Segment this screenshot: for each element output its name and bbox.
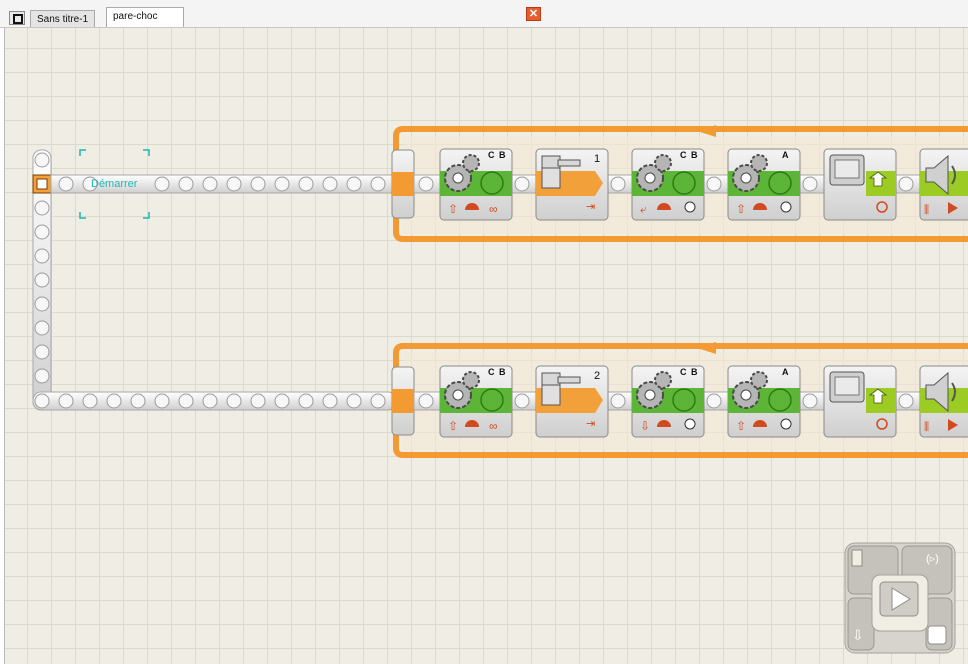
sequence-beam-row2 bbox=[32, 391, 397, 411]
infinity-icon: ∞ bbox=[489, 202, 498, 216]
display-icon bbox=[829, 154, 865, 186]
svg-text:⤶: ⤶ bbox=[640, 202, 647, 216]
svg-text:⇩: ⇩ bbox=[852, 627, 864, 643]
nxt-controller[interactable]: (▹) ⇩ bbox=[844, 542, 956, 654]
svg-text:⇥: ⇥ bbox=[586, 201, 595, 213]
motor-ports-r2-2: C B bbox=[680, 367, 699, 377]
direction-up-icon: ⇧ bbox=[448, 202, 458, 216]
stop-button bbox=[927, 625, 947, 645]
svg-text:∞: ∞ bbox=[489, 419, 498, 433]
svg-text:⇧: ⇧ bbox=[448, 419, 458, 433]
svg-text:⫼: ⫼ bbox=[924, 204, 929, 216]
svg-text:(▹): (▹) bbox=[926, 553, 939, 565]
controller-icon bbox=[851, 549, 863, 567]
svg-text:⇩: ⇩ bbox=[640, 419, 650, 433]
sound-block-r2[interactable]: ⫼ bbox=[919, 365, 968, 438]
svg-text:⇥: ⇥ bbox=[586, 418, 595, 430]
sensor-port-r2: 2 bbox=[594, 370, 601, 382]
svg-text:⇧: ⇧ bbox=[736, 419, 746, 433]
display-icon bbox=[829, 371, 865, 403]
display-block-r1[interactable] bbox=[823, 148, 897, 221]
motor-ports-r2-1: C B bbox=[488, 367, 507, 377]
motor-ports-r2-3: A bbox=[782, 367, 790, 377]
motor-ports-r1-3: A bbox=[782, 150, 790, 160]
sensor-port-r1: 1 bbox=[594, 153, 601, 165]
comment-text[interactable]: Démarrer bbox=[91, 178, 137, 190]
motor-ports-r1-2: C B bbox=[680, 150, 699, 160]
display-block-r2[interactable] bbox=[823, 365, 897, 438]
svg-text:⫼: ⫼ bbox=[924, 421, 929, 433]
program-diagram: ⇧ ∞ ⇥ ⤶ ⇧ ⫼ ⇧ ∞ ⇥ ⇩ ⇧ ⫼ (▹) ⇩ bbox=[32, 125, 968, 654]
motor-ports-r1-1: C B bbox=[488, 150, 507, 160]
svg-text:⇧: ⇧ bbox=[736, 202, 746, 216]
sound-block-r1[interactable]: ⫼ bbox=[919, 148, 968, 221]
start-point[interactable] bbox=[32, 174, 52, 194]
